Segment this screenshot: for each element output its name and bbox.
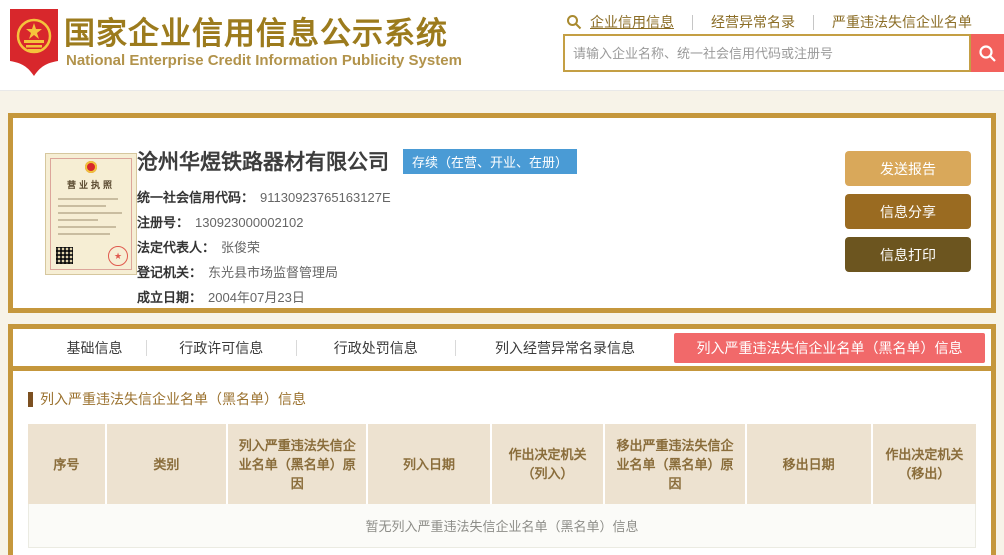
nav-divider [692, 14, 693, 30]
blacklist-section-heading: 列入严重违法失信企业名单（黑名单）信息 [28, 389, 991, 409]
site-header: 国家企业信用信息公示系统 National Enterprise Credit … [0, 0, 1004, 91]
site-subtitle: National Enterprise Credit Information P… [66, 52, 462, 69]
status-badge: 存续（在营、开业、在册） [403, 148, 578, 174]
field-establishment-date: 成立日期： 2004年07月23日 [137, 290, 305, 305]
license-text-lines [58, 198, 124, 240]
top-nav: 企业信用信息 经营异常名录 严重违法失信企业名单 [566, 12, 972, 32]
print-info-button[interactable]: 信息打印 [845, 237, 971, 272]
col-category: 类别 [105, 424, 229, 504]
license-qr-code-icon [56, 247, 73, 264]
license-seal-icon: ★ [108, 246, 128, 266]
tab-administrative-penalty[interactable]: 行政处罚信息 [297, 338, 455, 358]
detail-panel: 基础信息 行政许可信息 行政处罚信息 列入经营异常名录信息 列入严重违法失信企业… [8, 324, 996, 555]
col-serial-number: 序号 [28, 424, 107, 504]
tab-bar: 基础信息 行政许可信息 行政处罚信息 列入经营异常名录信息 列入严重违法失信企业… [13, 329, 991, 371]
table-header-row: 序号 类别 列入严重违法失信企业名单（黑名单）原因 列入日期 作出决定机关（列入… [28, 424, 976, 504]
nav-link-serious-violations[interactable]: 严重违法失信企业名单 [832, 12, 972, 32]
col-inclusion-date: 列入日期 [367, 424, 492, 504]
site-title: 国家企业信用信息公示系统 [64, 16, 448, 51]
search-input[interactable] [563, 34, 971, 72]
company-action-buttons: 发送报告 信息分享 信息打印 [845, 151, 971, 280]
field-registration-number: 注册号： 130923000002102 [137, 215, 304, 230]
heading-marker [28, 391, 33, 407]
search-bar [563, 34, 1004, 72]
search-icon [566, 14, 582, 30]
search-button[interactable] [971, 34, 1004, 72]
blacklist-table: 序号 类别 列入严重违法失信企业名单（黑名单）原因 列入日期 作出决定机关（列入… [28, 424, 976, 504]
company-fields: 统一社会信用代码： 91130923765163127E 注册号： 13092300… [137, 185, 577, 310]
nav-divider [813, 14, 814, 30]
field-legal-representative: 法定代表人： 张俊荣 [137, 240, 261, 255]
company-info: 沧州华煜铁路器材有限公司 存续（在营、开业、在册） 统一社会信用代码： 91130… [137, 146, 578, 310]
nav-link-enterprise-credit[interactable]: 企业信用信息 [590, 12, 674, 32]
tab-basic-info[interactable]: 基础信息 [43, 338, 146, 358]
field-registration-authority: 登记机关： 东光县市场监督管理局 [137, 265, 339, 280]
nav-link-abnormal-operations[interactable]: 经营异常名录 [711, 12, 795, 32]
col-inclusion-reason: 列入严重违法失信企业名单（黑名单）原因 [227, 424, 369, 504]
license-title: 营业执照 [66, 180, 115, 190]
send-report-button[interactable]: 发送报告 [845, 151, 971, 186]
tab-blacklist-active[interactable]: 列入严重违法失信企业名单（黑名单）信息 [673, 332, 985, 363]
company-name: 沧州华煜铁路器材有限公司 [137, 151, 389, 174]
license-emblem-icon [85, 161, 97, 173]
col-inclusion-authority: 作出决定机关（列入） [490, 424, 606, 504]
col-removal-reason: 移出严重违法失信企业名单（黑名单）原因 [604, 424, 747, 504]
company-summary-panel: 营业执照 ★ 沧州华煜铁路器材有限公司 存续（在营、开业、在册） 统一社会信用代… [8, 113, 996, 313]
tab-abnormal-operations-list[interactable]: 列入经营异常名录信息 [456, 338, 674, 358]
empty-state-message: 暂无列入严重违法失信企业名单（黑名单）信息 [28, 504, 976, 548]
share-info-button[interactable]: 信息分享 [845, 194, 971, 229]
tab-administrative-licensing[interactable]: 行政许可信息 [147, 338, 296, 358]
field-credit-code: 统一社会信用代码： 91130923765163127E [137, 190, 391, 205]
col-removal-authority: 作出决定机关（移出） [871, 424, 976, 504]
business-license-image[interactable]: 营业执照 ★ [45, 153, 137, 275]
search-icon [978, 44, 997, 63]
col-removal-date: 移出日期 [745, 424, 873, 504]
national-emblem-logo [9, 8, 59, 83]
